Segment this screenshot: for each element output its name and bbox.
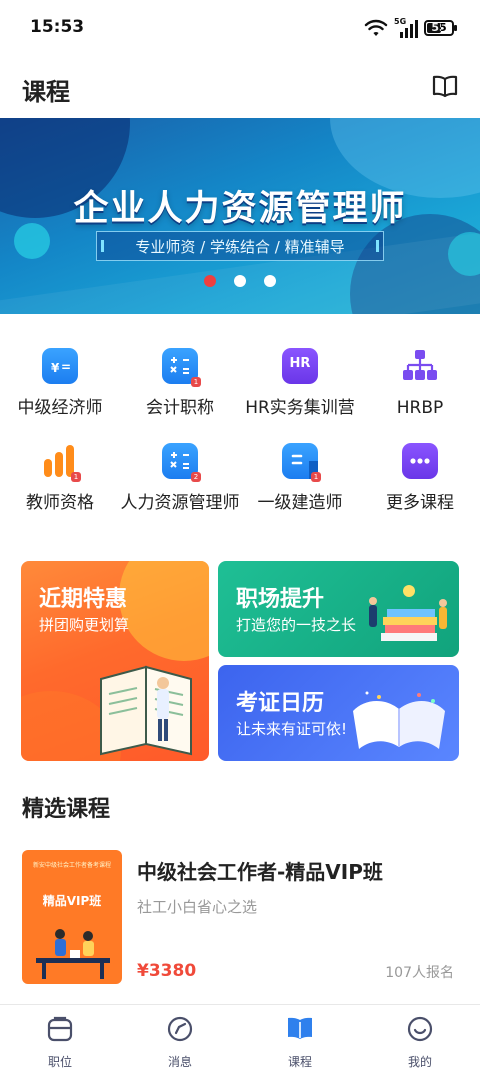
category-item[interactable]: HR HR实务集训营 [240, 348, 360, 420]
bar-chart-icon: 1 [42, 443, 81, 482]
category-label: HRBP [396, 398, 444, 418]
banner-dot[interactable] [234, 275, 246, 287]
banner-pagination [0, 275, 480, 287]
tab-messages[interactable]: 消息 [120, 1015, 240, 1070]
banner-headline: 企业人力资源管理师 [73, 189, 407, 229]
course-card[interactable]: 新安中级社会工作者备考课程 精品VIP班 中级社会工作者-精品VIP班 社工小白… [0, 848, 480, 988]
briefcase-icon [47, 1016, 73, 1042]
promo-subtitle: 让未来有证可依! [236, 720, 348, 738]
category-item[interactable]: 1 教师资格 [0, 443, 120, 515]
course-thumbnail[interactable]: 新安中级社会工作者备考课程 精品VIP班 [22, 850, 122, 984]
category-label: 一级建造师 [257, 493, 343, 513]
bottom-tab-bar: 职位 消息 课程 我的 [0, 1005, 480, 1072]
tab-courses[interactable]: 课程 [240, 1015, 360, 1070]
section-title-featured: 精选课程 [22, 797, 111, 822]
category-label: 会计职称 [146, 398, 214, 418]
banner-subtitle: 专业师资 / 学练结合 / 精准辅导 [96, 231, 384, 261]
category-label: 教师资格 [26, 493, 94, 513]
calculator-icon: 2 [162, 443, 201, 482]
category-item[interactable]: HRBP [360, 348, 480, 420]
tab-label: 课程 [287, 1055, 312, 1069]
open-book-illustration [353, 691, 445, 749]
tab-label: 我的 [407, 1055, 432, 1069]
category-label: 人力资源管理师 [120, 493, 240, 513]
open-book-illustration [100, 665, 192, 756]
promo-banner[interactable]: 企业人力资源管理师 专业师资 / 学练结合 / 精准辅导 [0, 118, 480, 314]
promo-title: 近期特惠 [39, 587, 128, 612]
classroom-illustration [36, 929, 110, 979]
svg-text:=: = [61, 360, 71, 374]
hr-badge-icon: HR [282, 348, 318, 384]
status-icons: 5G 55 [364, 16, 457, 40]
status-time: 15:53 [30, 17, 85, 37]
thumbnail-caption: 新安中级社会工作者备考课程 [32, 862, 111, 869]
category-item[interactable]: 1 一级建造师 [240, 443, 360, 515]
course-subtitle: 社工小白省心之选 [137, 898, 258, 916]
battery-icon: 55 [424, 20, 457, 36]
message-compass-icon [167, 1016, 193, 1042]
promo-card-discount[interactable]: 近期特惠 拼团购更划算 [21, 561, 209, 761]
course-price: ¥3380 [137, 961, 197, 981]
promo-subtitle: 拼团购更划算 [39, 616, 130, 634]
cellular-signal-icon: 5G [394, 17, 418, 38]
org-chart-icon [402, 348, 438, 384]
tab-profile[interactable]: 我的 [360, 1015, 480, 1070]
promo-title: 考证日历 [236, 691, 325, 716]
course-enroll-count: 107人报名 [385, 965, 454, 981]
category-label: 更多课程 [386, 493, 454, 513]
category-item[interactable]: 1 会计职称 [120, 348, 240, 420]
promo-subtitle: 打造您的一技之长 [236, 616, 357, 634]
category-item[interactable]: 2 人力资源管理师 [120, 443, 240, 515]
banner-dot[interactable] [204, 275, 216, 287]
document-icon: 1 [282, 443, 321, 482]
tab-label: 消息 [167, 1055, 192, 1069]
page-title: 课程 [22, 78, 70, 106]
category-label: 中级经济师 [17, 398, 103, 418]
page-header: 课程 [0, 58, 480, 118]
wifi-icon [364, 19, 388, 36]
promo-card-exam-calendar[interactable]: 考证日历 让未来有证可依! [218, 665, 459, 761]
category-label: HR实务集训营 [245, 398, 355, 418]
promo-title: 职场提升 [236, 587, 325, 612]
smile-face-icon [407, 1016, 433, 1042]
calculator-yen-icon: ¥ = [42, 348, 78, 384]
course-title: 中级社会工作者-精品VIP班 [137, 860, 383, 884]
book-open-icon[interactable] [432, 74, 458, 98]
promo-card-career[interactable]: 职场提升 打造您的一技之长 [218, 561, 459, 657]
category-item[interactable]: 更多课程 [360, 443, 480, 515]
battery-level: 55 [431, 21, 447, 34]
books-illustration [369, 585, 447, 641]
status-bar: 15:53 5G 55 [0, 0, 480, 58]
calculator-icon: 1 [162, 348, 201, 387]
banner-dot[interactable] [264, 275, 276, 287]
tab-label: 职位 [47, 1055, 72, 1069]
category-item[interactable]: ¥ = 中级经济师 [0, 348, 120, 420]
hr-icon-text: HR [289, 356, 311, 371]
svg-text:¥: ¥ [51, 361, 60, 375]
more-dots-icon [402, 443, 438, 479]
thumbnail-label: 精品VIP班 [42, 894, 102, 908]
book-filled-icon [288, 1017, 312, 1039]
tab-jobs[interactable]: 职位 [0, 1015, 120, 1070]
